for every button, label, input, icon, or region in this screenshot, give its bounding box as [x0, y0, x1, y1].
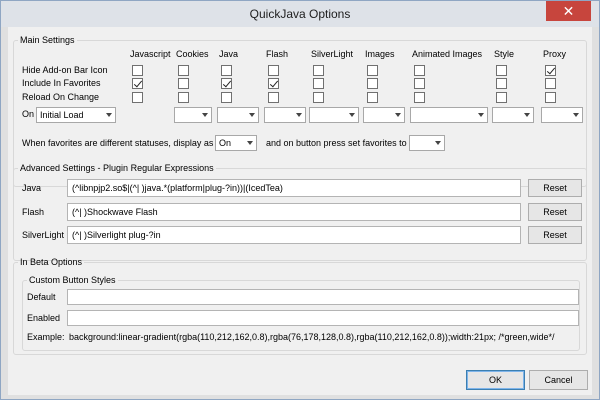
- enabled-style-label: Enabled: [27, 313, 61, 323]
- press-set-select[interactable]: [409, 135, 445, 151]
- cancel-button[interactable]: Cancel: [529, 370, 588, 390]
- setting-checkbox[interactable]: [178, 92, 189, 103]
- setting-checkbox[interactable]: [221, 92, 232, 103]
- regex-value: (^| )Silverlight plug-?in: [72, 230, 161, 240]
- regex-input[interactable]: (^| )Silverlight plug-?in: [67, 226, 521, 244]
- setting-checkbox[interactable]: [496, 78, 507, 89]
- chevron-down-icon: [395, 113, 401, 117]
- row-label: Include In Favorites: [22, 78, 101, 88]
- setting-checkbox[interactable]: [132, 92, 143, 103]
- close-button[interactable]: ✕: [546, 1, 591, 21]
- options-window: QuickJava Options ✕ Main Settings Javasc…: [0, 0, 600, 400]
- on-select-value: Initial Load: [40, 110, 84, 120]
- on-select[interactable]: [174, 107, 212, 123]
- column-header: Javascript: [130, 49, 171, 59]
- favorites-label: When favorites are different statuses, d…: [22, 138, 214, 148]
- setting-checkbox[interactable]: [313, 92, 324, 103]
- column-header: Cookies: [176, 49, 209, 59]
- setting-checkbox[interactable]: [178, 78, 189, 89]
- on-select[interactable]: [217, 107, 259, 123]
- setting-checkbox[interactable]: [496, 92, 507, 103]
- setting-checkbox[interactable]: [545, 78, 556, 89]
- setting-checkbox[interactable]: [268, 65, 279, 76]
- ok-button[interactable]: OK: [466, 370, 525, 390]
- chevron-down-icon: [296, 113, 302, 117]
- setting-checkbox[interactable]: [313, 65, 324, 76]
- on-label: On: [22, 109, 35, 119]
- setting-checkbox[interactable]: [268, 92, 279, 103]
- setting-checkbox[interactable]: [496, 65, 507, 76]
- setting-checkbox[interactable]: [221, 78, 232, 89]
- on-select-javascript[interactable]: Initial Load: [36, 107, 116, 123]
- setting-checkbox[interactable]: [178, 65, 189, 76]
- row-label: Reload On Change: [22, 92, 100, 102]
- press-label: and on button press set favorites to: [266, 138, 407, 148]
- regex-label: Flash: [22, 207, 45, 217]
- main-settings-legend: Main Settings: [20, 35, 75, 45]
- reset-button[interactable]: Reset: [528, 203, 582, 221]
- regex-input[interactable]: (^| )Shockwave Flash: [67, 203, 521, 221]
- setting-checkbox[interactable]: [268, 78, 279, 89]
- regex-input[interactable]: (^libnpjp2.so$|(^| )java.*(platform|plug…: [67, 179, 521, 197]
- setting-checkbox[interactable]: [545, 65, 556, 76]
- column-header: Animated Images: [412, 49, 483, 59]
- chevron-down-icon: [478, 113, 484, 117]
- on-select[interactable]: [363, 107, 405, 123]
- column-header: Style: [494, 49, 515, 59]
- close-icon: ✕: [562, 3, 575, 19]
- chevron-down-icon: [247, 141, 253, 145]
- column-header: Java: [219, 49, 239, 59]
- regex-value: (^| )Shockwave Flash: [72, 207, 158, 217]
- default-style-input[interactable]: [67, 289, 579, 305]
- chevron-down-icon: [249, 113, 255, 117]
- regex-value: (^libnpjp2.so$|(^| )java.*(platform|plug…: [72, 183, 283, 193]
- setting-checkbox[interactable]: [414, 78, 425, 89]
- setting-checkbox[interactable]: [132, 65, 143, 76]
- setting-checkbox[interactable]: [132, 78, 143, 89]
- setting-checkbox[interactable]: [221, 65, 232, 76]
- setting-checkbox[interactable]: [545, 92, 556, 103]
- custom-button-styles-legend: Custom Button Styles: [29, 275, 116, 285]
- reset-button[interactable]: Reset: [528, 226, 582, 244]
- default-style-label: Default: [27, 292, 56, 302]
- reset-button[interactable]: Reset: [528, 179, 582, 197]
- column-header: Flash: [266, 49, 289, 59]
- beta-options-legend: In Beta Options: [20, 257, 83, 267]
- dialog-body: Main Settings Javascript Cookies Java Flash…: [8, 27, 592, 395]
- setting-checkbox[interactable]: [367, 92, 378, 103]
- favorites-display-select[interactable]: On: [215, 135, 257, 151]
- column-header: Proxy: [543, 49, 567, 59]
- chevron-down-icon: [106, 113, 112, 117]
- advanced-settings-legend: Advanced Settings - Plugin Regular Expre…: [20, 163, 214, 173]
- on-select[interactable]: [264, 107, 306, 123]
- enabled-style-input[interactable]: [67, 310, 579, 326]
- favorites-display-value: On: [219, 138, 232, 148]
- window-title: QuickJava Options: [249, 7, 351, 21]
- on-select[interactable]: [541, 107, 583, 123]
- setting-checkbox[interactable]: [414, 92, 425, 103]
- chevron-down-icon: [573, 113, 579, 117]
- setting-checkbox[interactable]: [313, 78, 324, 89]
- chevron-down-icon: [202, 113, 208, 117]
- on-select[interactable]: [492, 107, 534, 123]
- chevron-down-icon: [524, 113, 530, 117]
- example-text: background:linear-gradient(rgba(110,212,…: [69, 332, 555, 342]
- regex-label: Java: [22, 183, 42, 193]
- chevron-down-icon: [349, 113, 355, 117]
- chevron-down-icon: [435, 141, 441, 145]
- setting-checkbox[interactable]: [367, 65, 378, 76]
- title-bar[interactable]: QuickJava Options ✕: [1, 1, 599, 27]
- on-select[interactable]: [309, 107, 359, 123]
- on-select[interactable]: [410, 107, 488, 123]
- row-label: Hide Add-on Bar Icon: [22, 65, 108, 75]
- column-header: Images: [365, 49, 395, 59]
- setting-checkbox[interactable]: [414, 65, 425, 76]
- example-label: Example:: [27, 332, 65, 342]
- column-header: SilverLight: [311, 49, 354, 59]
- setting-checkbox[interactable]: [367, 78, 378, 89]
- regex-label: SilverLight: [22, 230, 65, 240]
